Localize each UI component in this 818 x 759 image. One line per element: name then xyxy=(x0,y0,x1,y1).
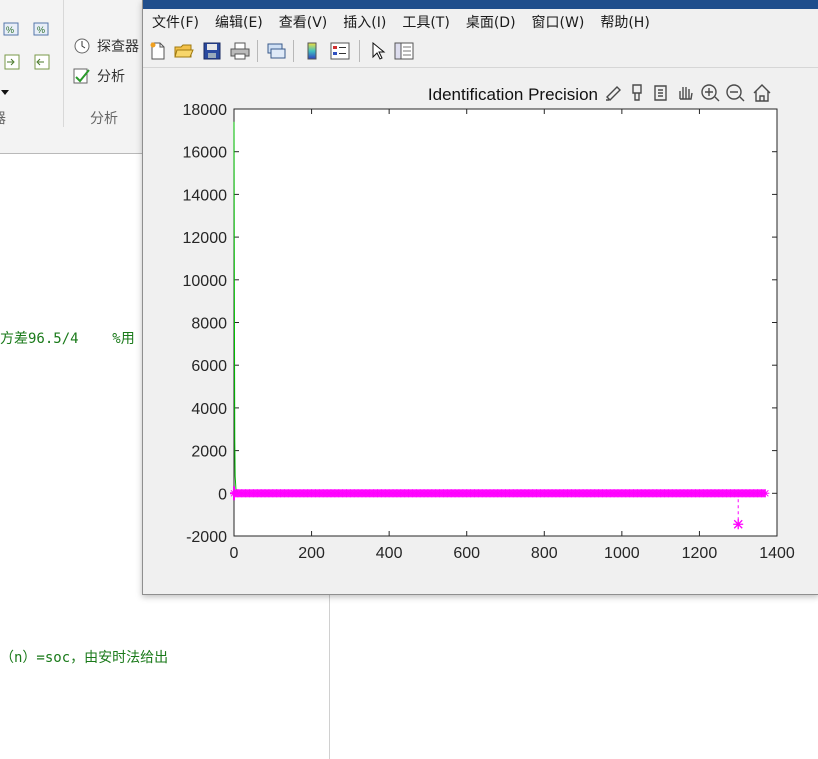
x-tick-label: 1000 xyxy=(604,545,640,562)
legend-icon[interactable] xyxy=(329,40,351,62)
y-tick-label: -2000 xyxy=(186,529,227,546)
property-editor-icon[interactable] xyxy=(393,40,415,62)
toolbar-separator xyxy=(359,40,360,62)
axes-box[interactable] xyxy=(233,108,778,537)
x-tick-label: 0 xyxy=(230,545,239,562)
y-tick-label: 14000 xyxy=(183,187,228,204)
print-icon[interactable] xyxy=(229,40,251,62)
axes-area: 0 200 400 600 800 1000 1200 1400 -2000 0 2000 4000 6… xyxy=(143,67,818,594)
figure-menu-bar: 文件(F) 编辑(E) 查看(V) 插入(I) 工具(T) 桌面(D) 窗口(W… xyxy=(143,9,818,34)
zoom-in-icon[interactable] xyxy=(701,84,720,102)
comment-icon[interactable]: % xyxy=(32,20,50,38)
svg-text:%: % xyxy=(37,25,45,35)
rotate-icon[interactable] xyxy=(654,85,667,101)
outdent-icon[interactable] xyxy=(32,52,50,70)
home-icon[interactable] xyxy=(753,84,771,102)
variable-icon[interactable]: % xyxy=(2,20,20,38)
y-tick-label: 8000 xyxy=(191,316,227,333)
new-figure-icon[interactable] xyxy=(147,40,169,62)
figure-window: 文件(F) 编辑(E) 查看(V) 插入(I) 工具(T) 桌面(D) 窗口(W… xyxy=(142,0,818,595)
x-tick-label: 1400 xyxy=(759,545,795,562)
code-line: 方差96.5/4 %用 xyxy=(0,331,135,347)
y-tick-label: 6000 xyxy=(191,358,227,375)
menu-view[interactable]: 查看(V) xyxy=(279,12,328,32)
x-tick-label: 800 xyxy=(531,545,558,562)
section-label-left: 器 xyxy=(0,108,6,128)
explorer-label[interactable]: 探查器 xyxy=(97,36,139,56)
section-label-analyze: 分析 xyxy=(90,111,118,127)
toolbar-separator xyxy=(257,40,258,62)
menu-help[interactable]: 帮助(H) xyxy=(600,12,649,32)
axes-toolbar xyxy=(606,84,771,102)
pointer-icon[interactable] xyxy=(367,40,389,62)
menu-file[interactable]: 文件(F) xyxy=(152,12,199,32)
menu-tools[interactable]: 工具(T) xyxy=(402,12,449,32)
zoom-out-icon[interactable] xyxy=(726,84,745,102)
toolbar-separator xyxy=(293,40,294,62)
data-cursor-icon[interactable] xyxy=(632,84,642,101)
toolstrip-separator xyxy=(63,0,64,127)
menu-window[interactable]: 窗口(W) xyxy=(532,12,585,32)
menu-edit[interactable]: 编辑(E) xyxy=(215,12,263,32)
figure-title-bar[interactable] xyxy=(143,0,818,9)
y-tick-label: 18000 xyxy=(183,102,228,119)
y-tick-label: 10000 xyxy=(183,273,228,290)
chart-title: Identification Precision xyxy=(428,85,598,104)
editor-divider xyxy=(329,594,330,759)
y-tick-label: 4000 xyxy=(191,401,227,418)
pan-icon[interactable] xyxy=(679,87,693,100)
x-tick-label: 600 xyxy=(453,545,480,562)
analyze-label[interactable]: 分析 xyxy=(97,66,125,86)
code-line: （n）=soc，由安时法给出 xyxy=(0,650,169,666)
profiler-icon[interactable] xyxy=(72,36,90,54)
dropdown-arrow-icon[interactable] xyxy=(0,84,18,102)
x-tick-label: 1200 xyxy=(682,545,718,562)
figure-toolbar xyxy=(143,34,818,68)
series-marker-magenta xyxy=(761,489,770,498)
indent-icon[interactable] xyxy=(2,52,20,70)
menu-desktop[interactable]: 桌面(D) xyxy=(466,12,516,32)
colorbar-icon[interactable] xyxy=(301,40,323,62)
svg-text:%: % xyxy=(6,25,14,35)
y-tick-label: 0 xyxy=(218,486,227,503)
brush-icon[interactable] xyxy=(606,86,621,101)
y-tick-label: 2000 xyxy=(191,444,227,461)
menu-insert[interactable]: 插入(I) xyxy=(343,12,386,32)
series-marker-outlier xyxy=(733,519,744,530)
analyze-icon[interactable] xyxy=(72,66,90,84)
link-icon[interactable] xyxy=(265,40,287,62)
plot-svg[interactable]: 0 200 400 600 800 1000 1200 1400-20000200040006… xyxy=(143,67,818,594)
open-file-icon[interactable] xyxy=(173,40,195,62)
save-icon[interactable] xyxy=(201,40,223,62)
x-tick-label: 200 xyxy=(298,545,325,562)
x-tick-label: 400 xyxy=(376,545,403,562)
y-tick-label: 16000 xyxy=(183,145,228,162)
y-tick-label: 12000 xyxy=(183,230,228,247)
